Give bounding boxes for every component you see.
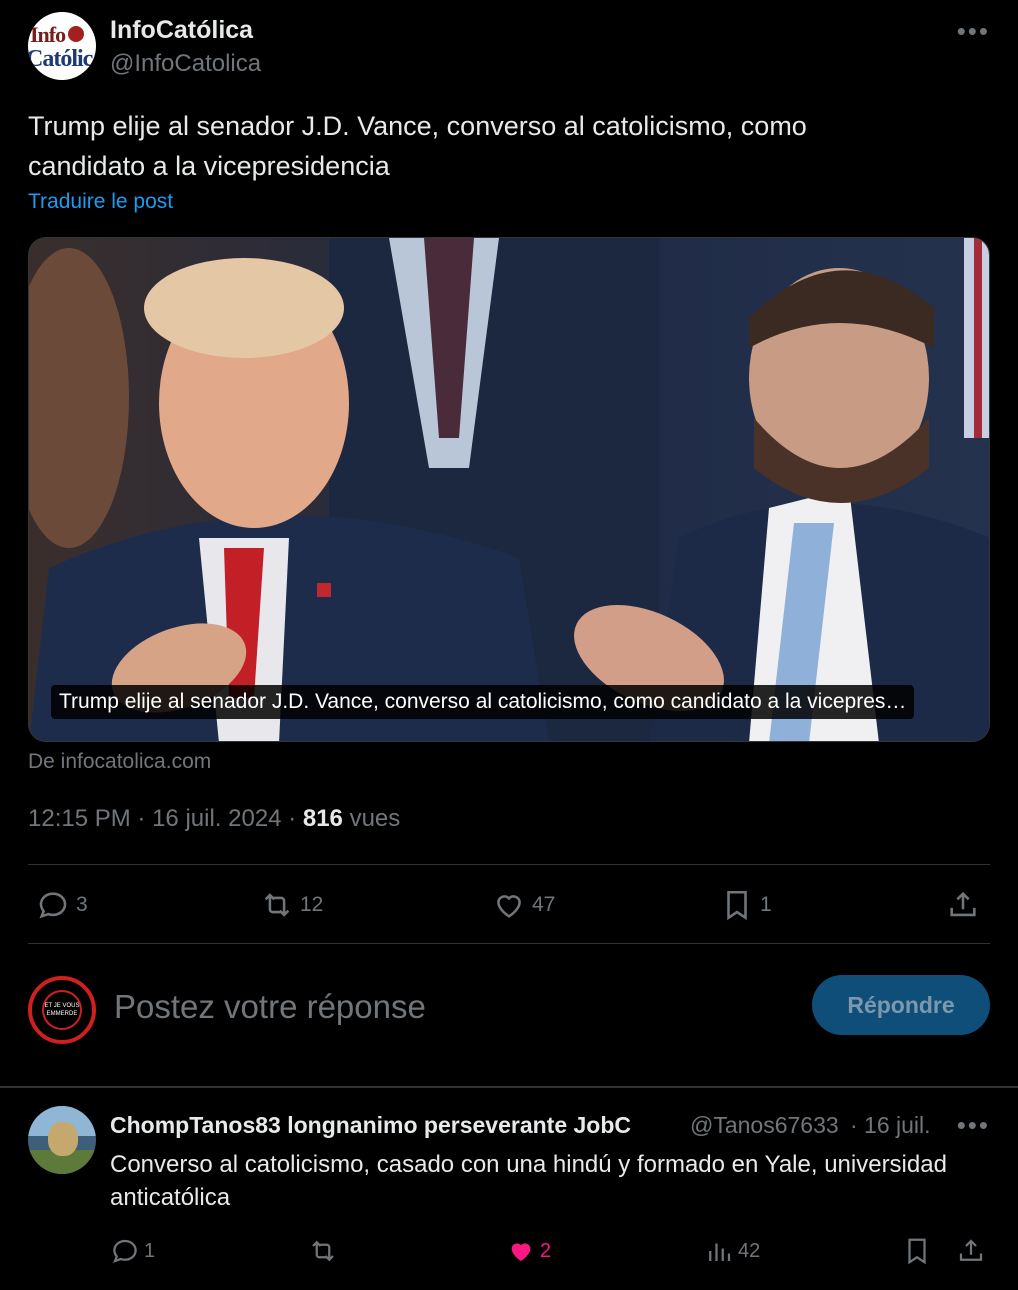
reply-date[interactable]: · 16 juil. <box>850 1112 931 1139</box>
media-image <box>29 238 989 741</box>
reply-author-display-name[interactable]: ChompTanos83 longnanimo perseverante Job… <box>110 1112 684 1139</box>
link-source[interactable]: De infocatolica.com <box>28 750 211 774</box>
action-bar: 3 12 47 1 <box>28 880 990 932</box>
post-header: Info Católica InfoCatólica @InfoCatolica… <box>28 12 990 82</box>
heart-icon <box>497 895 521 918</box>
divider <box>28 943 990 944</box>
translate-link[interactable]: Traduire le post <box>28 190 173 214</box>
more-icon[interactable]: ••• <box>957 1110 990 1141</box>
post-text: Trump elije al senador J.D. Vance, conve… <box>28 111 807 181</box>
avatar[interactable] <box>28 1106 96 1174</box>
share-button[interactable] <box>946 888 980 922</box>
like-button[interactable]: 2 <box>506 1236 551 1266</box>
like-count: 47 <box>532 893 556 916</box>
meta-separator: · <box>137 805 153 832</box>
like-count: 2 <box>540 1239 552 1262</box>
reply-author-handle[interactable]: @Tanos67633 <box>690 1112 848 1139</box>
reply-submit-button[interactable]: Répondre <box>812 975 990 1035</box>
meta-separator: · <box>288 805 303 832</box>
repost-count: 12 <box>300 893 324 916</box>
views-count: 816 <box>302 805 343 832</box>
avatar[interactable]: ET JE VOUS EMMERDE <box>28 976 96 1044</box>
divider <box>0 1086 1018 1088</box>
avatar-badge-text: ET JE VOUS EMMERDE <box>42 990 82 1030</box>
share-icon <box>950 891 976 917</box>
like-button[interactable]: 47 <box>492 888 555 922</box>
repost-icon <box>264 893 290 917</box>
repost-icon <box>312 1240 334 1262</box>
reply-button[interactable]: 3 <box>36 888 88 922</box>
bookmark-count: 1 <box>760 893 772 916</box>
divider <box>28 864 990 865</box>
avatar[interactable]: Info Católica <box>28 12 96 80</box>
avatar-logo-text-bottom: Católica <box>28 46 96 72</box>
bookmark-button[interactable] <box>902 1236 932 1266</box>
bookmark-icon <box>727 890 747 921</box>
reply-composer: ET JE VOUS EMMERDE Postez votre réponse … <box>28 972 990 1044</box>
share-icon <box>959 1239 983 1261</box>
post-metadata: 12:15 PM · 16 juil. 2024 · 816 vues <box>28 805 400 833</box>
reply-input[interactable]: Postez votre réponse <box>114 988 426 1026</box>
avatar-logo-text-top: Info <box>30 22 66 47</box>
post-date[interactable]: 16 juil. 2024 <box>152 805 281 832</box>
post-time[interactable]: 12:15 PM <box>28 805 131 832</box>
media-caption: Trump elije al senador J.D. Vance, conve… <box>51 685 915 719</box>
share-button[interactable] <box>956 1236 986 1266</box>
media-card[interactable]: Trump elije al senador J.D. Vance, conve… <box>28 237 990 742</box>
repost-button[interactable] <box>308 1236 342 1266</box>
reply-action-bar: 1 2 42 <box>110 1234 990 1274</box>
reply-article[interactable]: ChompTanos83 longnanimo perseverante Job… <box>28 1106 990 1290</box>
views-count: 42 <box>738 1239 761 1262</box>
bookmark-button[interactable]: 1 <box>720 888 772 922</box>
reply-icon <box>39 892 67 919</box>
author-handle[interactable]: @InfoCatolica <box>110 50 261 78</box>
repost-button[interactable]: 12 <box>260 888 323 922</box>
analytics-icon <box>709 1243 731 1261</box>
reply-count: 1 <box>144 1239 156 1262</box>
seal-icon <box>68 26 84 42</box>
reply-icon <box>113 1239 137 1263</box>
views-button[interactable]: 42 <box>704 1236 760 1266</box>
bookmark-icon <box>908 1238 926 1265</box>
reply-count: 3 <box>76 893 88 916</box>
reply-button[interactable]: 1 <box>110 1236 155 1266</box>
author-display-name[interactable]: InfoCatólica <box>110 16 253 45</box>
heart-filled-icon <box>511 1243 531 1261</box>
reply-text: Converso al catolicismo, casado con una … <box>110 1151 947 1211</box>
more-icon[interactable]: ••• <box>957 16 990 47</box>
views-label: vues <box>349 805 401 832</box>
